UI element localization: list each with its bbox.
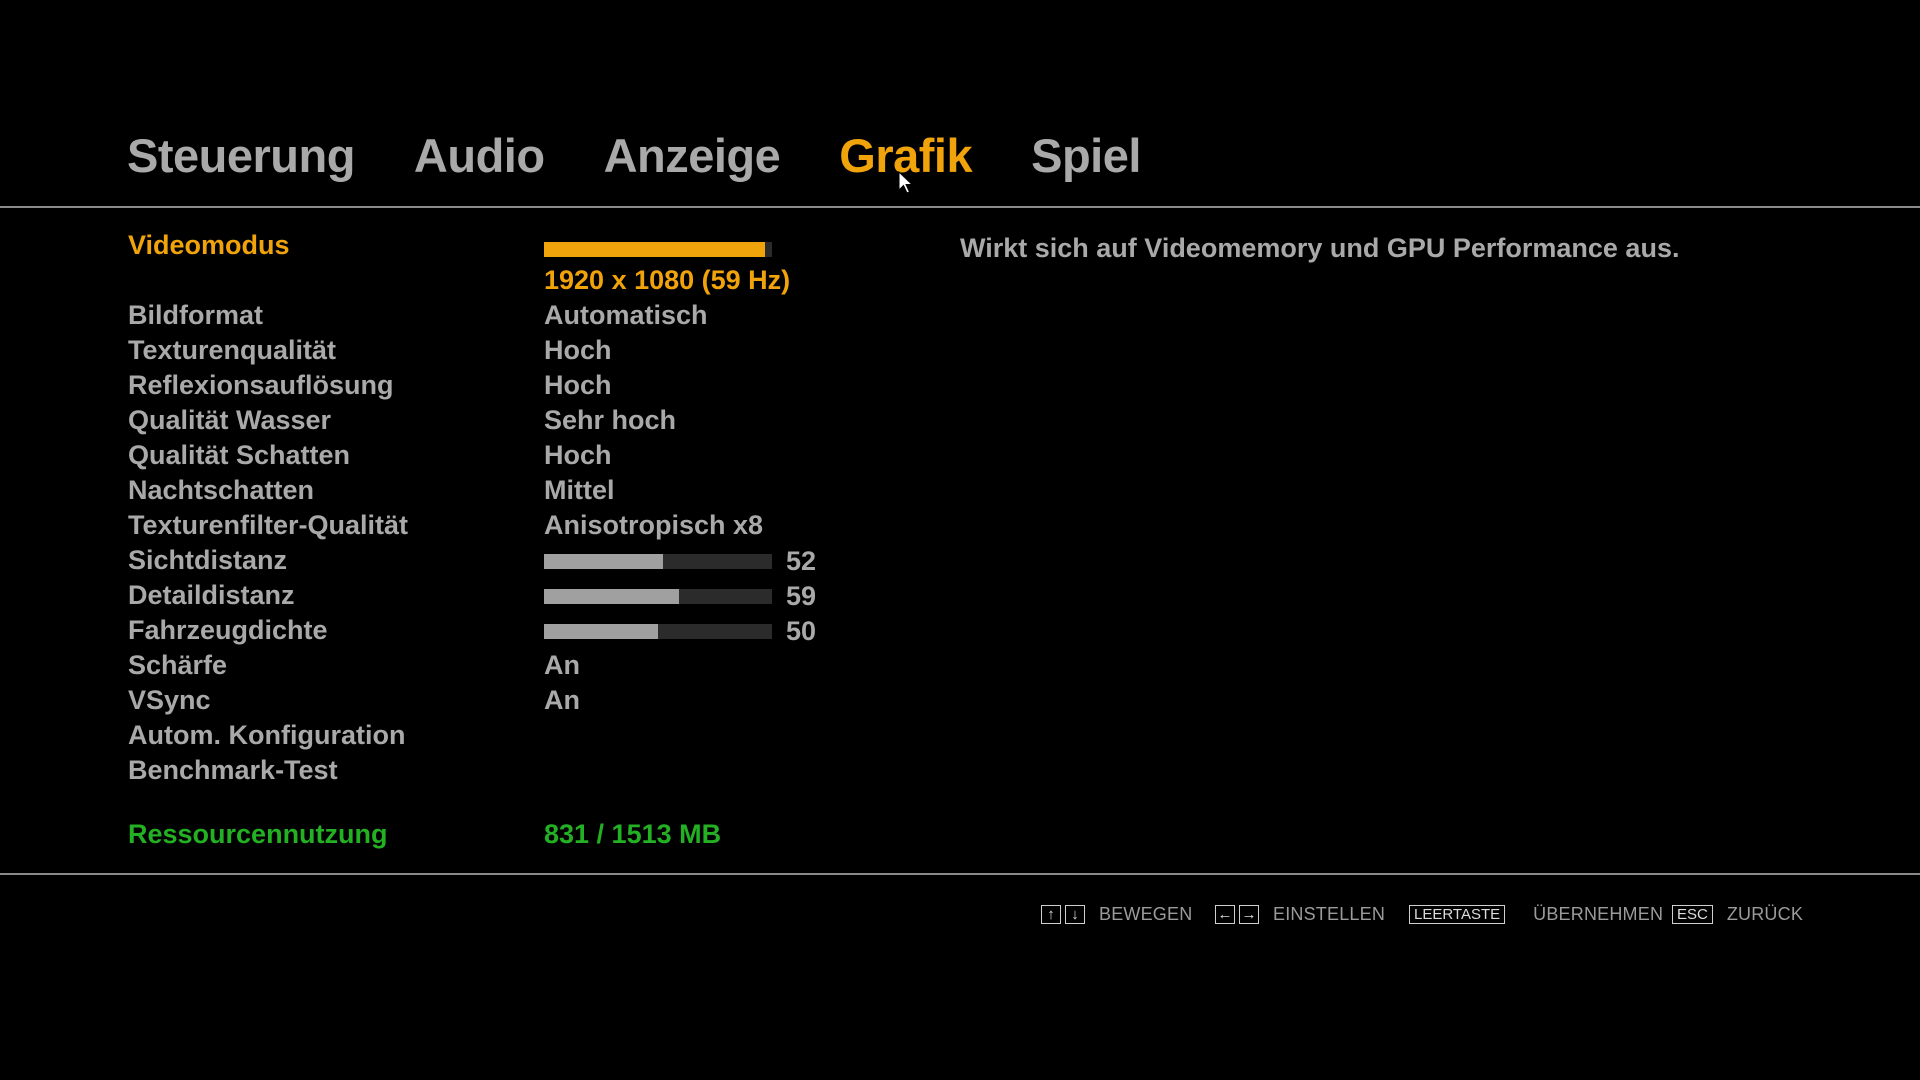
slider-fill (544, 554, 663, 569)
setting-label: Sichtdistanz (128, 545, 288, 575)
settings-tabs: Steuerung Audio Anzeige Grafik Spiel (127, 126, 1200, 186)
fahrzeugdichte-slider[interactable] (544, 624, 772, 639)
setting-value: Mittel (544, 475, 615, 505)
detaildistanz-slider[interactable] (544, 589, 772, 604)
setting-value: 1920 x 1080 (59 Hz) (544, 265, 791, 295)
setting-value: Hoch (544, 370, 612, 400)
top-divider (0, 206, 1920, 208)
graphics-settings-screen: Steuerung Audio Anzeige Grafik Spiel Vid… (0, 0, 1920, 1080)
setting-value: Automatisch (544, 300, 708, 330)
setting-label: Texturenfilter-Qualität (128, 510, 409, 540)
esc-key-icon: ESC (1672, 904, 1713, 924)
setting-label: Bildformat (128, 300, 263, 330)
setting-label: Qualität Wasser (128, 405, 332, 435)
setting-label: Schärfe (128, 650, 228, 680)
slider-value: 52 (786, 546, 817, 576)
resource-usage: Ressourcennutzung 831 / 1513 MB (128, 816, 828, 852)
setting-benchmark-test[interactable]: Benchmark-Test (128, 753, 828, 788)
setting-value: Sehr hoch (544, 405, 677, 435)
setting-sichtdistanz[interactable]: Sichtdistanz 52 (128, 543, 828, 578)
setting-label: Detaildistanz (128, 580, 295, 610)
setting-value: Anisotropisch x8 (544, 510, 764, 540)
tab-anzeige[interactable]: Anzeige (604, 126, 781, 186)
setting-value: Hoch (544, 440, 612, 470)
hint-back-label: ZURÜCK (1726, 903, 1804, 924)
setting-value: An (544, 685, 580, 715)
setting-value: An (544, 650, 580, 680)
tab-steuerung[interactable]: Steuerung (127, 126, 355, 186)
sichtdistanz-slider[interactable] (544, 554, 772, 569)
space-key-icon: LEERTASTE (1409, 904, 1506, 924)
setting-label: Benchmark-Test (128, 755, 338, 785)
setting-fahrzeugdichte[interactable]: Fahrzeugdichte 50 (128, 613, 828, 648)
slider-fill (544, 624, 658, 639)
setting-reflexionsaufloesung[interactable]: Reflexionsauflösung Hoch (128, 368, 828, 403)
arrow-left-key-icon: ← (1215, 904, 1235, 924)
slider-value: 59 (786, 581, 817, 611)
bottom-divider (0, 873, 1920, 875)
slider-fill (544, 589, 679, 604)
setting-vsync[interactable]: VSync An (128, 683, 828, 718)
setting-autom-konfiguration[interactable]: Autom. Konfiguration (128, 718, 828, 753)
setting-detaildistanz[interactable]: Detaildistanz 59 (128, 578, 828, 613)
setting-qualitaet-schatten[interactable]: Qualität Schatten Hoch (128, 438, 828, 473)
tab-spiel[interactable]: Spiel (1031, 126, 1141, 186)
arrow-down-key-icon: ↓ (1065, 904, 1085, 924)
setting-nachtschatten[interactable]: Nachtschatten Mittel (128, 473, 828, 508)
hint-move: ↑ ↓ BEWEGEN (1041, 900, 1192, 928)
resource-value: 831 / 1513 MB (544, 819, 722, 849)
setting-qualitaet-wasser[interactable]: Qualität Wasser Sehr hoch (128, 403, 828, 438)
setting-label: Videomodus (128, 230, 290, 260)
arrow-right-key-icon: → (1239, 904, 1259, 924)
setting-label: Texturenqualität (128, 335, 337, 365)
resource-label: Ressourcennutzung (128, 819, 388, 849)
setting-schaerfe[interactable]: Schärfe An (128, 648, 828, 683)
videomodus-bar[interactable] (544, 242, 772, 257)
setting-label: Fahrzeugdichte (128, 615, 328, 645)
setting-label: Autom. Konfiguration (128, 720, 406, 750)
hint-back: ESC ZURÜCK (1672, 900, 1803, 928)
setting-value: Hoch (544, 335, 612, 365)
hint-apply-label: ÜBERNEHMEN (1533, 903, 1664, 924)
setting-label: Nachtschatten (128, 475, 315, 505)
setting-bildformat[interactable]: Bildformat Automatisch (128, 298, 828, 333)
hint-apply: LEERTASTE ÜBERNEHMEN (1409, 900, 1663, 928)
setting-description: Wirkt sich auf Videomemory und GPU Perfo… (960, 233, 1680, 263)
tab-audio[interactable]: Audio (414, 126, 545, 186)
hint-move-label: BEWEGEN (1099, 903, 1193, 924)
setting-texturenqualitaet[interactable]: Texturenqualität Hoch (128, 333, 828, 368)
setting-label: VSync (128, 685, 211, 715)
setting-videomodus[interactable]: Videomodus 1920 x 1080 (59 Hz) (128, 228, 828, 298)
slider-value: 50 (786, 616, 817, 646)
setting-label: Reflexionsauflösung (128, 370, 394, 400)
arrow-up-key-icon: ↑ (1041, 904, 1061, 924)
videomodus-bar-fill (544, 242, 766, 257)
hint-adjust-label: EINSTELLEN (1273, 903, 1386, 924)
hint-adjust: ← → EINSTELLEN (1215, 900, 1385, 928)
setting-texturenfilter[interactable]: Texturenfilter-Qualität Anisotropisch x8 (128, 508, 828, 543)
setting-label: Qualität Schatten (128, 440, 351, 470)
